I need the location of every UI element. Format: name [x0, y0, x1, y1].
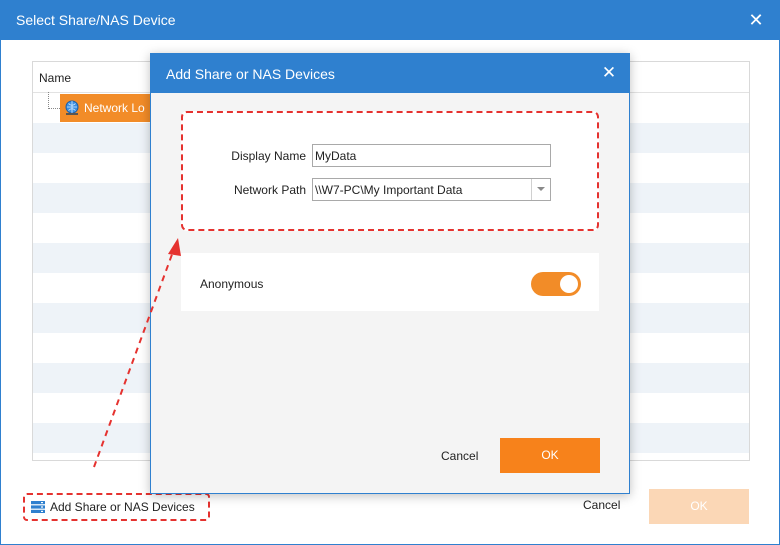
outer-window-title: Select Share/NAS Device [16, 12, 176, 28]
anonymous-toggle[interactable] [531, 272, 581, 296]
anonymous-row: Anonymous [181, 253, 599, 311]
tree-item-label: Network Lo [84, 101, 145, 115]
toggle-knob [560, 275, 578, 293]
dialog-ok-button[interactable]: OK [500, 438, 600, 473]
tree-connector-line [48, 92, 60, 109]
outer-ok-button[interactable]: OK [649, 489, 749, 524]
network-location-icon [65, 100, 79, 115]
dialog-cancel-button[interactable]: Cancel [441, 449, 478, 463]
dialog-body: Display Name Network Path \\W7-PC\My Imp… [151, 93, 629, 493]
add-share-dialog: Add Share or NAS Devices ✕ Display Name … [150, 53, 630, 494]
chevron-down-icon[interactable] [531, 179, 550, 200]
tree-item-network-location[interactable]: Network Lo [60, 94, 152, 122]
display-name-label: Display Name [231, 149, 306, 163]
outer-titlebar: Select Share/NAS Device ✕ [0, 0, 780, 40]
outer-cancel-button[interactable]: Cancel [583, 498, 620, 512]
column-header-name[interactable]: Name [39, 71, 71, 85]
dialog-close-icon[interactable]: ✕ [598, 62, 620, 84]
anonymous-label: Anonymous [200, 277, 264, 291]
dialog-title: Add Share or NAS Devices [166, 66, 335, 82]
add-share-nas-label: Add Share or NAS Devices [50, 500, 195, 514]
network-path-value: \\W7-PC\My Important Data [315, 183, 463, 197]
outer-close-icon[interactable]: ✕ [744, 8, 768, 32]
network-path-label: Network Path [233, 183, 306, 197]
display-name-input[interactable] [312, 144, 551, 167]
add-share-nas-button[interactable]: Add Share or NAS Devices [23, 493, 210, 521]
network-path-select[interactable]: \\W7-PC\My Important Data [312, 178, 551, 201]
dialog-titlebar: Add Share or NAS Devices ✕ [151, 54, 629, 93]
nas-device-icon [31, 501, 45, 513]
connection-form: Display Name Network Path \\W7-PC\My Imp… [181, 111, 599, 231]
